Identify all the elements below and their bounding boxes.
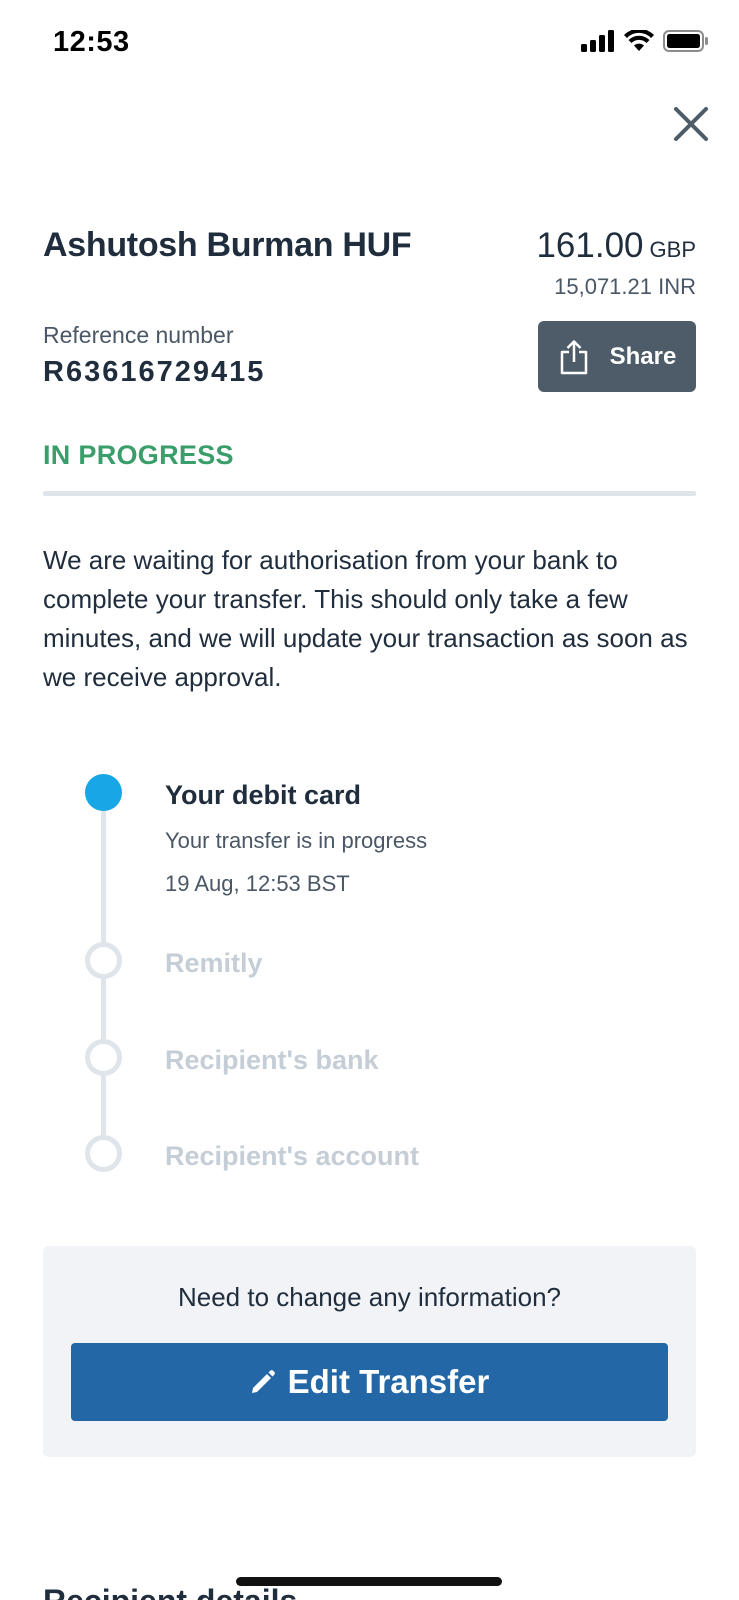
step-title-remitly: Remitly xyxy=(165,948,263,978)
status-time: 12:53 xyxy=(53,26,130,58)
converted-amount: 15,071.21 INR xyxy=(554,274,696,299)
step-title-recipient-bank: Recipient's bank xyxy=(165,1045,379,1075)
recipient-name: Ashutosh Burman HUF xyxy=(43,226,412,264)
pencil-icon xyxy=(251,1370,275,1393)
timeline-dot-remitly xyxy=(85,942,122,979)
reference-number: R63616729415 xyxy=(43,356,266,388)
step-subtitle: Your transfer is in progress xyxy=(165,828,428,853)
timeline-dot-recipient-account xyxy=(85,1135,122,1172)
step-timestamp: 19 Aug, 12:53 BST xyxy=(165,871,350,896)
share-label: Share xyxy=(609,342,677,370)
status-badge: IN PROGRESS xyxy=(43,440,234,470)
wifi-icon xyxy=(624,30,654,51)
close-icon xyxy=(674,107,708,141)
battery-icon xyxy=(663,30,708,52)
reference-label: Reference number xyxy=(43,322,234,348)
timeline-dot-recipient-bank xyxy=(85,1039,122,1076)
home-indicator[interactable] xyxy=(236,1577,502,1586)
change-question: Need to change any information? xyxy=(177,1282,562,1312)
edit-transfer-label: Edit Transfer xyxy=(287,1363,490,1400)
step-title-debit-card: Your debit card xyxy=(165,780,362,810)
timeline-dot-active xyxy=(85,774,122,811)
share-button[interactable]: Share xyxy=(538,321,696,392)
share-icon xyxy=(560,339,587,374)
close-button[interactable] xyxy=(671,104,711,144)
step-title-recipient-account: Recipient's account xyxy=(165,1141,419,1171)
status-icons xyxy=(581,30,709,52)
edit-transfer-button[interactable]: Edit Transfer xyxy=(71,1343,668,1421)
status-message: We are waiting for authorisation from yo… xyxy=(43,545,688,692)
amount-value: 161.00 xyxy=(536,226,644,265)
transfer-details-screen: 12:53 Ashutosh Burman HUF 161.00 GBP 15,0… xyxy=(0,0,739,1600)
signal-icon xyxy=(581,30,614,52)
change-info-box: Need to change any information? Edit Tra… xyxy=(43,1246,696,1457)
divider xyxy=(43,491,696,496)
amount-currency: GBP xyxy=(649,237,696,262)
send-amount: 161.00 GBP xyxy=(536,226,696,266)
